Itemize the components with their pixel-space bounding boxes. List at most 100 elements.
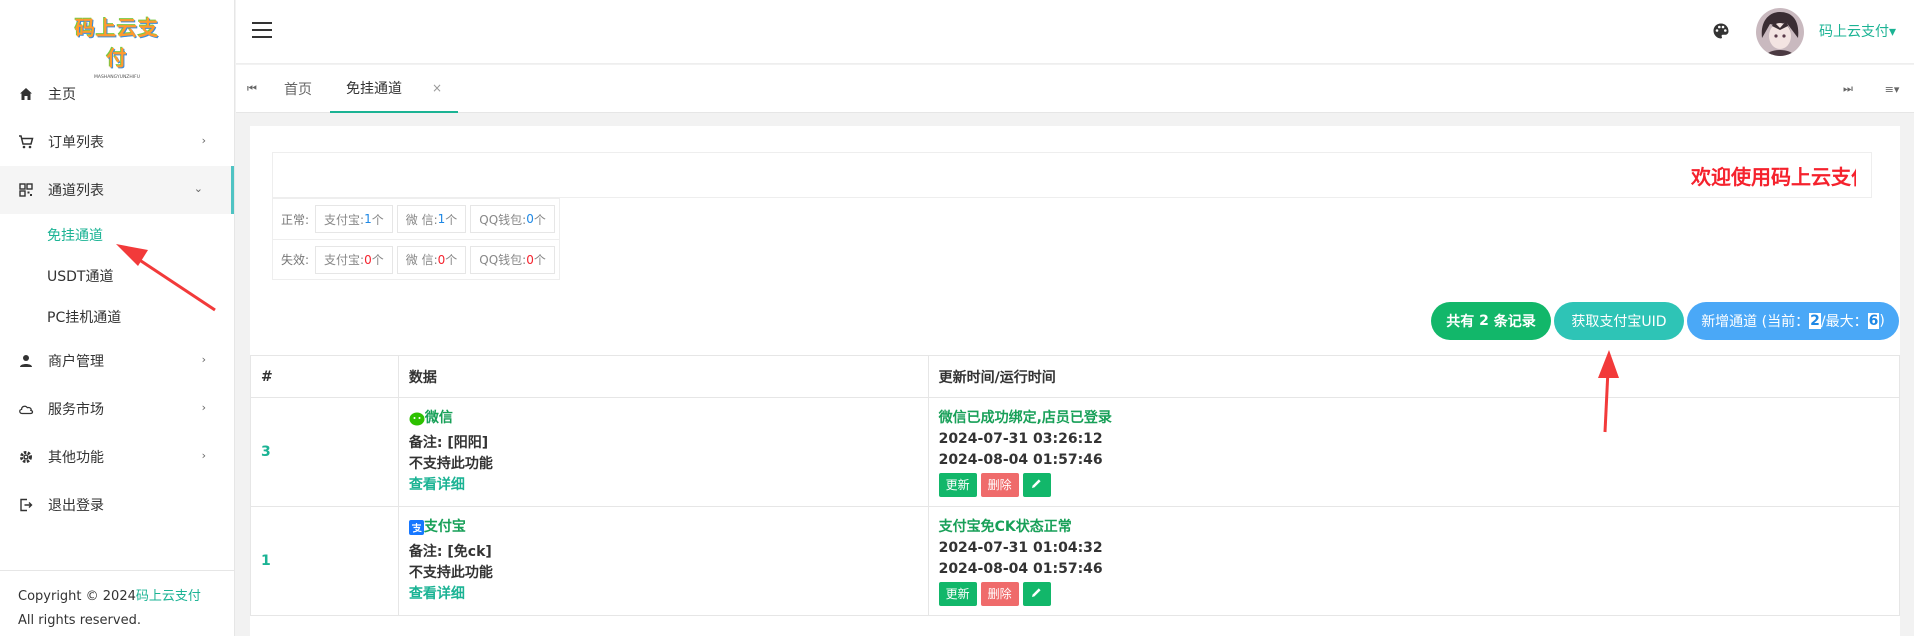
tab-label: 首页 [284,82,312,98]
tabs-menu-icon[interactable]: ≡▾ [1874,65,1910,113]
channel-support: 不支持此功能 [408,565,493,581]
tab-home[interactable]: 首页 [268,65,328,113]
menu-toggle-icon[interactable] [252,22,272,38]
channel-name: 支付宝 [408,517,466,538]
sidebar-item-home[interactable]: 主页 [0,70,234,118]
tabs-next-icon[interactable]: ⏭ [1832,65,1864,113]
view-detail-link[interactable]: 查看详细 [409,586,465,602]
pencil-icon [1032,478,1041,488]
welcome-marquee: 欢迎使用码上云支付 [272,152,1872,198]
sidebar-nav-lower: 商户管理 › 服务市场 › 其他功能 › 退出登录 [0,337,234,529]
sidebar-subitem-pc-channel[interactable]: PC挂机通道 [0,296,234,337]
sidebar-nav: 主页 订单列表 › 通道列表 ⌄ [0,65,234,214]
tabs-prev-icon[interactable]: ⏮ [236,65,268,113]
sidebar-item-market[interactable]: 服务市场 › [0,385,234,433]
column-header-id: # [250,355,399,398]
user-menu[interactable]: 码上云支付▾ [1819,21,1896,41]
edit-button[interactable] [1022,581,1051,606]
cart-icon [18,134,34,150]
delete-button[interactable]: 删除 [980,581,1019,606]
sidebar-item-label: 其他功能 [48,450,104,466]
wechat-icon [409,412,425,426]
channel-stats: 正常: 支付宝: 1 个 微 信: 1 个 QQ钱包: 0 个 失效: 支付宝: 0 个 微 信… [272,198,560,280]
sidebar-item-channels[interactable]: 通道列表 ⌄ [0,166,234,214]
row-id: 3 [261,444,271,460]
sidebar-item-other[interactable]: 其他功能 › [0,433,234,481]
chevron-right-icon: › [201,401,206,414]
stat-chip-alipay: 支付宝: 0 个 [315,245,393,274]
sidebar-item-logout[interactable]: 退出登录 [0,481,234,529]
stats-normal-row: 正常: 支付宝: 1 个 微 信: 1 个 QQ钱包: 0 个 [273,199,559,239]
table-row: 3 微信 备注: [阳阳] 不支持此功能 查看详细 微信已成功绑定,店员已登录 … [250,397,1901,507]
add-channel-button[interactable]: 新增通道 (当前： 2/最大： 6) [1687,302,1899,340]
page-tabs: ⏮ 首页 免挂通道 × ⏭ ≡▾ [236,65,1914,113]
close-icon[interactable]: × [432,81,442,95]
chevron-right-icon: › [201,449,206,462]
palette-icon[interactable] [1712,22,1730,44]
channel-status: 支付宝免CK状态正常 [938,518,1072,535]
tab-free-channel[interactable]: 免挂通道 × [330,65,459,113]
sidebar-subitem-usdt-channel[interactable]: USDT通道 [0,255,234,296]
record-count-badge[interactable]: 共有 2 条记录 [1431,302,1551,340]
channel-table: # 数据 更新时间/运行时间 3 微信 备注: [阳阳] 不支持此功能 查看详细… [250,355,1901,616]
sidebar-item-orders[interactable]: 订单列表 › [0,118,234,166]
stats-normal-label: 正常: [281,212,310,227]
update-button[interactable]: 更新 [938,581,977,606]
cloud-icon [18,401,34,417]
channel-status: 微信已成功绑定,店员已登录 [938,409,1112,426]
channel-support: 不支持此功能 [408,455,493,472]
sidebar-item-label: 服务市场 [48,402,104,418]
channel-remark: 备注: [免ck] [408,544,492,560]
alipay-icon [408,520,424,535]
sidebar-item-label: 商户管理 [48,354,104,370]
chevron-right-icon: › [201,353,206,366]
tab-label: 免挂通道 [346,81,402,97]
sidebar: 码上云支付 MASHANGYUNZHIFU 主页 订单列表 › 通道列表 ⌄ 免… [0,0,235,636]
update-button[interactable]: 更新 [938,472,977,497]
updated-time: 2024-07-31 03:26:12 [938,430,1103,447]
stat-chip-qq: QQ钱包: 0 个 [470,245,555,274]
chevron-down-icon: ⌄ [193,182,203,195]
sidebar-item-merchants[interactable]: 商户管理 › [0,337,234,385]
chevron-right-icon: › [201,134,206,147]
channels-submenu: 免挂通道 USDT通道 PC挂机通道 [0,214,234,337]
running-time: 2024-08-04 01:57:46 [938,451,1103,468]
sidebar-item-label: 通道列表 [48,183,104,199]
column-header-data: 数据 [397,355,929,398]
sidebar-item-label: 主页 [48,87,76,103]
row-id: 1 [261,553,271,569]
gear-icon [18,449,34,465]
logo-text: 码上云支付 [75,15,159,70]
channel-remark: 备注: [阳阳] [408,434,489,451]
stat-chip-alipay: 支付宝: 1 个 [315,205,393,233]
user-icon [18,353,34,369]
copyright-suffix: All rights reserved. [18,613,141,628]
logout-icon [18,497,34,513]
delete-button[interactable]: 删除 [980,472,1019,497]
running-time: 2024-08-04 01:57:46 [938,560,1103,577]
column-header-time: 更新时间/运行时间 [927,355,1901,398]
edit-button[interactable] [1022,472,1051,497]
sidebar-item-label: 订单列表 [48,135,104,151]
stat-chip-qq: QQ钱包: 0 个 [470,205,555,233]
sidebar-subitem-free-channel[interactable]: 免挂通道 [0,214,234,255]
logo[interactable]: 码上云支付 MASHANGYUNZHIFU [0,0,234,80]
qrcode-icon [18,182,34,198]
sidebar-footer: Copyright © 2024码上云支付 All rights reserve… [0,570,235,636]
stats-failed-row: 失效: 支付宝: 0 个 微 信: 0 个 QQ钱包: 0 个 [273,239,559,279]
welcome-text: 欢迎使用码上云支付 [1691,165,1856,189]
main-content: 欢迎使用码上云支付 正常: 支付宝: 1 个 微 信: 1 个 QQ钱包: 0 个 失效: … [250,126,1901,636]
view-detail-link[interactable]: 查看详细 [409,477,465,493]
caret-down-icon: ▾ [1889,24,1897,40]
pencil-icon [1032,587,1041,597]
home-icon [18,86,34,102]
stat-chip-wechat: 微 信: 1 个 [396,205,467,233]
stats-failed-label: 失效: [281,253,310,267]
table-header-row: # 数据 更新时间/运行时间 [250,355,1901,398]
user-name: 码上云支付 [1819,24,1889,40]
channel-name: 微信 [409,408,453,429]
avatar[interactable] [1756,8,1804,56]
copyright-brand-link[interactable]: 码上云支付 [136,589,201,604]
stat-chip-wechat: 微 信: 0 个 [396,245,467,274]
get-alipay-uid-button[interactable]: 获取支付宝UID [1554,302,1684,340]
